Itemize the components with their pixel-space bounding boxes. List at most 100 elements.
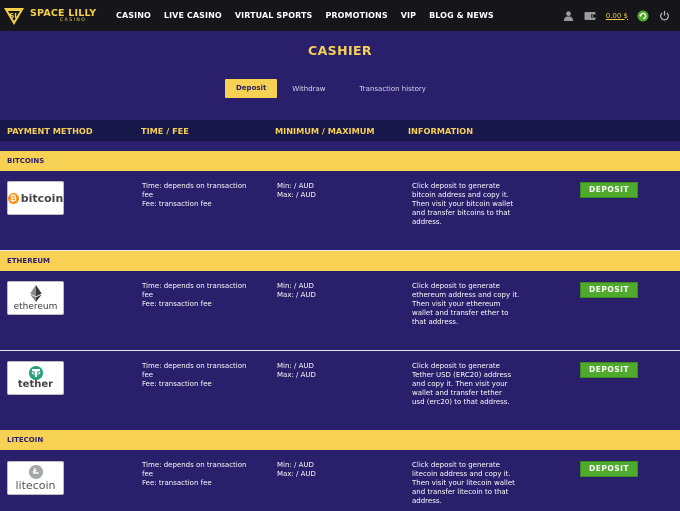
page-title: CASHIER <box>308 43 372 58</box>
limits-cell: Min: / AUD Max: / AUD <box>277 182 316 200</box>
max-line: Max: / AUD <box>277 371 316 379</box>
deposit-ethereum-button[interactable]: DEPOSIT <box>580 282 638 298</box>
litecoin-logo-text: litecoin <box>15 478 56 492</box>
info-line: address. <box>412 497 442 505</box>
time-line: fee <box>142 191 154 199</box>
info-line: Tether USD (ERC20) address <box>412 371 512 379</box>
nav-casino[interactable]: CASINO <box>116 11 151 20</box>
fee-line: Fee: transaction fee <box>142 380 212 388</box>
info-cell: Click deposit to generate Tether USD (ER… <box>412 362 511 407</box>
info-line: and transfer litecoin to that <box>412 488 509 496</box>
min-line: Min: / AUD <box>277 182 314 190</box>
nav-virtual-sports[interactable]: VIRTUAL SPORTS <box>235 11 313 20</box>
nav-live-casino[interactable]: LIVE CASINO <box>164 11 222 20</box>
info-line: that address. <box>412 318 459 326</box>
litecoin-icon <box>28 464 43 479</box>
time-line: fee <box>142 291 154 299</box>
fee-line: Fee: transaction fee <box>142 479 212 487</box>
section-band-bitcoins: BITCOINS <box>0 151 680 171</box>
max-line: Max: / AUD <box>277 291 316 299</box>
top-navbar: SL SPACE LILLY CASINO CASINO LIVE CASINO… <box>0 0 680 31</box>
column-time-fee: TIME / FEE <box>141 125 189 136</box>
tether-icon <box>28 366 43 380</box>
time-fee-cell: Time: depends on transaction fee Fee: tr… <box>142 182 246 209</box>
nav-promotions[interactable]: PROMOTIONS <box>325 11 387 20</box>
info-line: litecoin address and copy it. <box>412 470 511 478</box>
balance-amount[interactable]: 0.00 $ <box>606 12 628 20</box>
info-line: Click deposit to generate <box>412 282 500 290</box>
row-divider <box>0 350 680 351</box>
max-line: Max: / AUD <box>277 470 316 478</box>
table-header: PAYMENT METHOD TIME / FEE MINIMUM / MAXI… <box>0 120 680 141</box>
account-area: 0.00 $ <box>554 0 670 31</box>
bitcoin-logo: ₿ bitcoin <box>7 181 64 215</box>
tether-logo-text: tether <box>17 379 54 390</box>
time-fee-cell: Time: depends on transaction fee Fee: tr… <box>142 461 246 488</box>
power-icon[interactable] <box>658 10 670 22</box>
user-icon[interactable] <box>563 10 575 22</box>
info-line: Click deposit to generate <box>412 362 500 370</box>
brand-logo-icon: SL <box>4 8 24 25</box>
nav-blog-news[interactable]: BLOG & NEWS <box>429 11 494 20</box>
svg-text:SL: SL <box>9 12 19 20</box>
info-line: Click deposit to generate <box>412 182 500 190</box>
deposit-litecoin-button[interactable]: DEPOSIT <box>580 461 638 477</box>
info-line: ethereum address and copy it. <box>412 291 520 299</box>
nav-vip[interactable]: VIP <box>401 11 416 20</box>
time-fee-cell: Time: depends on transaction fee Fee: tr… <box>142 282 246 309</box>
deposit-tether-button[interactable]: DEPOSIT <box>580 362 638 378</box>
min-line: Min: / AUD <box>277 282 314 290</box>
max-line: Max: / AUD <box>277 191 316 199</box>
info-cell: Click deposit to generate litecoin addre… <box>412 461 515 506</box>
info-line: Click deposit to generate <box>412 461 500 469</box>
time-line: Time: depends on transaction <box>142 461 247 469</box>
info-line: bitcoin address and copy it. <box>412 191 509 199</box>
info-line: wallet and transfer ether to <box>412 309 509 317</box>
tab-withdraw[interactable]: Withdraw <box>292 85 325 93</box>
info-line: wallet and transfer tether <box>412 389 502 397</box>
section-band-litecoin: LITECOIN <box>0 430 680 450</box>
brand-name: SPACE LILLY <box>30 7 97 19</box>
deposit-bitcoin-button[interactable]: DEPOSIT <box>580 182 638 198</box>
info-line: usd (erc20) to that address. <box>412 398 510 406</box>
time-line: Time: depends on transaction <box>142 362 247 370</box>
info-line: and copy it. Then visit your <box>412 380 508 388</box>
brand-logo[interactable]: SL SPACE LILLY CASINO <box>3 5 107 27</box>
limits-cell: Min: / AUD Max: / AUD <box>277 461 316 479</box>
info-line: Then visit your litecoin wallet <box>412 479 515 487</box>
limits-cell: Min: / AUD Max: / AUD <box>277 282 316 300</box>
bitcoin-logo-text: bitcoin <box>20 191 64 205</box>
ethereum-logo: ethereum <box>7 281 64 315</box>
column-payment-method: PAYMENT METHOD <box>7 125 93 136</box>
limits-cell: Min: / AUD Max: / AUD <box>277 362 316 380</box>
cashier-tabs: Deposit Withdraw Transaction history <box>225 79 426 98</box>
tab-deposit[interactable]: Deposit <box>225 79 278 98</box>
fee-line: Fee: transaction fee <box>142 300 212 308</box>
column-min-max: MINIMUM / MAXIMUM <box>275 125 375 136</box>
tether-logo: tether <box>7 361 64 395</box>
litecoin-logo: litecoin <box>7 461 64 495</box>
section-band-ethereum: ETHEREUM <box>0 251 680 271</box>
time-line: Time: depends on transaction <box>142 282 247 290</box>
info-line: address. <box>412 218 442 226</box>
info-cell: Click deposit to generate bitcoin addres… <box>412 182 513 227</box>
time-line: fee <box>142 371 154 379</box>
time-line: fee <box>142 470 154 478</box>
brand-sub: CASINO <box>60 18 87 23</box>
bitcoin-icon: ₿ <box>7 192 19 204</box>
min-line: Min: / AUD <box>277 362 314 370</box>
column-information: INFORMATION <box>408 125 474 136</box>
refresh-icon[interactable] <box>637 10 649 22</box>
main-nav: CASINO LIVE CASINO VIRTUAL SPORTS PROMOT… <box>116 0 507 31</box>
info-cell: Click deposit to generate ethereum addre… <box>412 282 519 327</box>
time-fee-cell: Time: depends on transaction fee Fee: tr… <box>142 362 246 389</box>
info-line: Then visit your bitcoin wallet <box>412 200 514 208</box>
ethereum-logo-text: ethereum <box>13 301 58 312</box>
wallet-icon[interactable] <box>584 10 596 22</box>
info-line: and transfer bitcoins to that <box>412 209 511 217</box>
ethereum-icon <box>29 284 42 302</box>
info-line: Then visit your ethereum <box>412 300 501 308</box>
min-line: Min: / AUD <box>277 461 314 469</box>
tab-transaction-history[interactable]: Transaction history <box>360 85 426 93</box>
time-line: Time: depends on transaction <box>142 182 247 190</box>
